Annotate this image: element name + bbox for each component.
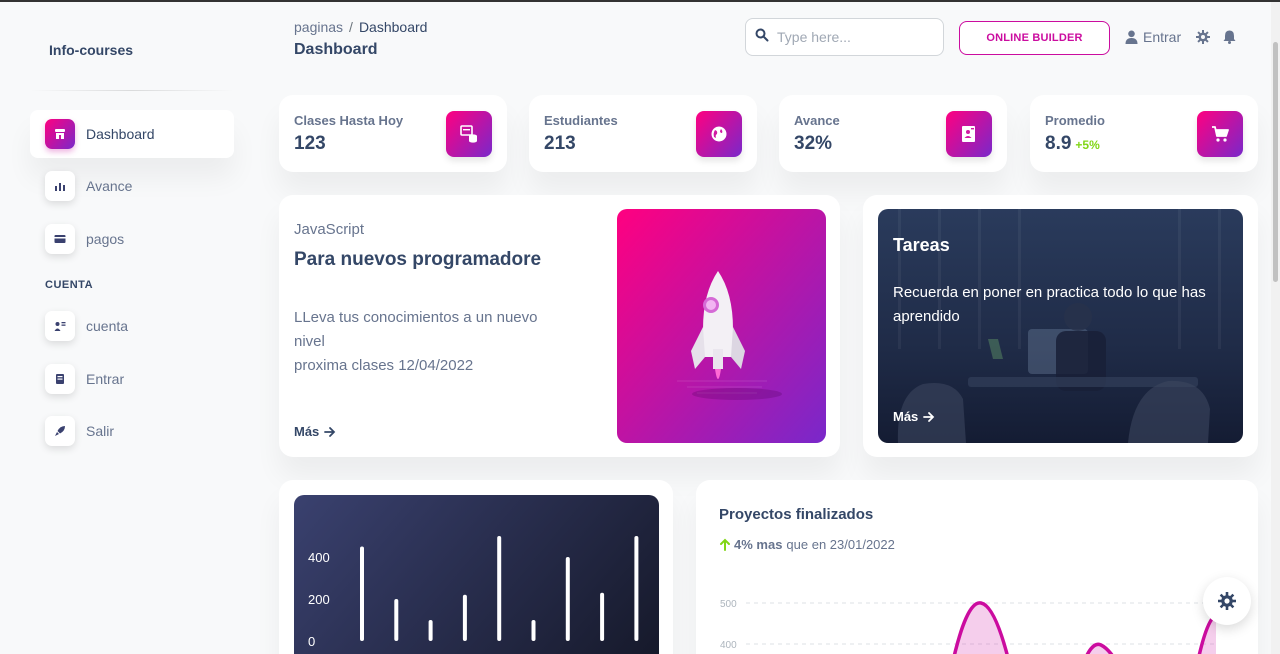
- sidebar-item-label: pagos: [86, 231, 125, 247]
- card-heading: Para nuevos programadore: [294, 249, 542, 270]
- bar: [634, 536, 639, 641]
- bar-chart-panel: 0 200 400: [294, 495, 659, 654]
- sidebar-item-dashboard[interactable]: Dashboard: [30, 110, 234, 158]
- user-card-icon: [45, 311, 75, 341]
- breadcrumb: paginas / Dashboard: [294, 19, 427, 35]
- sidebar-item-label: Dashboard: [86, 126, 155, 142]
- stat-label: Clases Hasta Hoy: [294, 113, 404, 128]
- stat-label: Avance: [794, 113, 840, 128]
- tasks-more-link[interactable]: Más: [893, 409, 935, 424]
- database-icon: [446, 111, 492, 157]
- sidebar-item-label: Entrar: [86, 371, 125, 387]
- stat-card-avance: Avance 32%: [779, 95, 1007, 172]
- sidebar-section-label: CUENTA: [45, 279, 94, 291]
- sidebar-item-label: Avance: [86, 178, 133, 194]
- stat-value: 213: [544, 133, 576, 154]
- login-link[interactable]: Entrar: [1125, 29, 1181, 45]
- breadcrumb-root[interactable]: paginas: [294, 19, 343, 35]
- rocket-illustration: [617, 209, 826, 443]
- y-tick-label: 400: [720, 640, 737, 651]
- sidebar-item-entrar[interactable]: Entrar: [30, 355, 234, 403]
- cart-icon: [1197, 111, 1243, 157]
- stat-card-clases: Clases Hasta Hoy 123: [279, 95, 507, 172]
- chart-icon: [45, 171, 75, 201]
- arrow-right-icon: [923, 411, 935, 422]
- search-box[interactable]: [745, 18, 944, 56]
- stat-label: Promedio: [1045, 113, 1105, 128]
- y-tick-label: 400: [308, 550, 330, 565]
- sidebar-item-pagos[interactable]: pagos: [30, 215, 234, 263]
- sidebar-item-salir[interactable]: Salir: [30, 407, 234, 455]
- brand-divider: [30, 90, 234, 91]
- card-eyebrow: JavaScript: [294, 221, 365, 238]
- breadcrumb-current: Dashboard: [358, 19, 428, 35]
- tasks-title: Tareas: [893, 235, 950, 255]
- credit-card-icon: [45, 224, 75, 254]
- stat-value: 32%: [794, 133, 833, 154]
- stat-value: 8.9 +5%: [1045, 133, 1100, 154]
- bar: [600, 592, 605, 641]
- online-builder-button[interactable]: ONLINE BUILDER: [959, 21, 1110, 55]
- globe-icon: [696, 111, 742, 157]
- sidebar: Info-courses Dashboard Avance pagos CUEN…: [0, 2, 256, 654]
- brand-name[interactable]: Info-courses: [49, 42, 133, 58]
- bar-chart: 0 200 400: [308, 536, 639, 649]
- stat-card-promedio: Promedio 8.9 +5%: [1030, 95, 1258, 172]
- series-area: [954, 602, 1007, 654]
- tasks-card: Tareas Recuerda en poner en practica tod…: [863, 195, 1258, 457]
- bar: [565, 557, 570, 641]
- bar: [360, 546, 364, 641]
- sidebar-item-avance[interactable]: Avance: [30, 162, 234, 210]
- document-icon: [45, 364, 75, 394]
- bell-icon[interactable]: [1223, 30, 1236, 49]
- stat-card-estudiantes: Estudiantes 213: [529, 95, 757, 172]
- tasks-background-photo: Tareas Recuerda en poner en practica tod…: [878, 209, 1243, 443]
- bar: [428, 620, 433, 641]
- bar: [497, 536, 502, 641]
- scrollbar-thumb[interactable]: [1273, 42, 1278, 282]
- page-title: Dashboard: [294, 41, 378, 58]
- gear-icon: [1218, 592, 1236, 610]
- more-link[interactable]: Más: [294, 424, 336, 439]
- rocket-icon: [45, 416, 75, 446]
- line-chart: 500 400: [720, 599, 1218, 654]
- projects-card: Proyectos finalizados 4% mas que en 23/0…: [696, 480, 1258, 654]
- y-tick-label: 500: [720, 599, 737, 610]
- document-check-icon: [946, 111, 992, 157]
- y-tick-label: 0: [308, 634, 315, 649]
- bar: [531, 620, 536, 641]
- search-icon: [755, 28, 769, 47]
- page-scrollbar[interactable]: [1271, 2, 1280, 654]
- stat-delta: +5%: [1075, 138, 1100, 152]
- arrow-right-icon: [324, 426, 336, 437]
- gear-icon[interactable]: [1196, 30, 1210, 49]
- y-tick-label: 200: [308, 592, 330, 607]
- tasks-text: Recuerda en poner en practica todo lo qu…: [893, 284, 1206, 325]
- javascript-card: JavaScript Para nuevos programadore LLev…: [279, 195, 840, 457]
- stat-label: Estudiantes: [544, 113, 618, 128]
- shop-icon: [45, 119, 75, 149]
- breadcrumb-separator: /: [349, 19, 353, 35]
- sidebar-item-cuenta[interactable]: cuenta: [30, 302, 234, 350]
- user-icon: [1125, 30, 1138, 44]
- sidebar-item-label: Salir: [86, 423, 115, 439]
- bar-chart-card: 0 200 400: [279, 480, 673, 654]
- series-line: [1085, 642, 1114, 654]
- search-input[interactable]: [777, 29, 927, 45]
- card-description: LLeva tus conocimientos a un nuevo nivel…: [294, 309, 538, 374]
- bar: [462, 594, 467, 641]
- login-label: Entrar: [1143, 29, 1182, 45]
- stat-value: 123: [294, 133, 326, 154]
- bar: [394, 599, 399, 641]
- settings-fab-button[interactable]: [1203, 577, 1251, 625]
- sidebar-item-label: cuenta: [86, 318, 129, 334]
